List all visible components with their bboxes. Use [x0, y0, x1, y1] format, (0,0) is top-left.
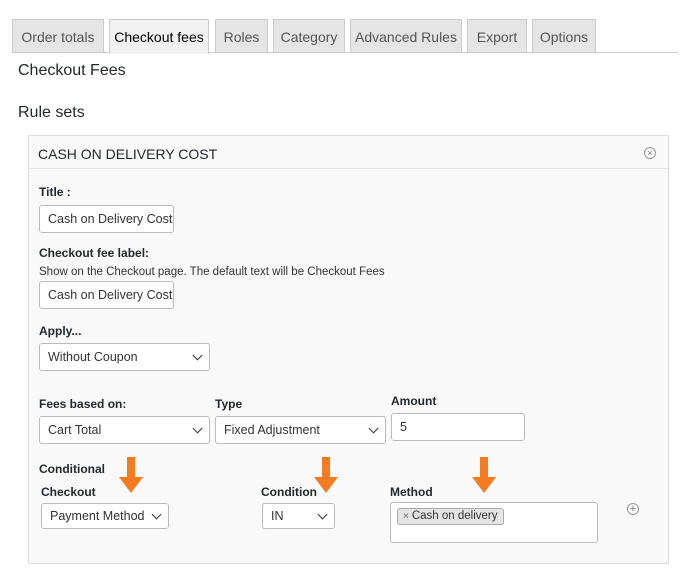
settings-tabs: Order totals Checkout fees Roles Categor… [12, 19, 678, 54]
page-title: Checkout Fees [18, 62, 126, 79]
type-select-value: Fixed Adjustment [224, 423, 320, 437]
amount-input[interactable]: 5 [391, 413, 525, 441]
chevron-down-icon [192, 350, 203, 361]
tab-roles[interactable]: Roles [215, 19, 268, 53]
fee-label-description: Show on the Checkout page. The default t… [39, 266, 385, 278]
fee-label-input[interactable]: Cash on Delivery Cost [39, 281, 174, 309]
checkout-select-value: Payment Method [50, 509, 145, 523]
arrow-down-icon [314, 457, 338, 493]
condition-select[interactable]: IN [262, 503, 335, 529]
arrow-shape [119, 457, 143, 493]
type-select[interactable]: Fixed Adjustment [215, 416, 386, 444]
title-label: Title : [39, 185, 71, 199]
add-condition-icon[interactable]: + [627, 503, 639, 515]
title-input[interactable]: Cash on Delivery Cost [39, 205, 174, 233]
rule-set-header[interactable]: CASH ON DELIVERY COST × [29, 136, 668, 169]
remove-rule-icon[interactable]: × [644, 147, 656, 159]
type-label: Type [215, 397, 243, 411]
fee-label-label: Checkout fee label: [39, 246, 150, 260]
chevron-down-icon [317, 509, 328, 520]
fees-based-select-value: Cart Total [48, 423, 102, 437]
chevron-down-icon [368, 423, 379, 434]
chevron-down-icon [192, 423, 203, 434]
tab-export[interactable]: Export [467, 19, 527, 53]
apply-label: Apply... [39, 324, 82, 338]
amount-label: Amount [391, 394, 437, 408]
apply-select[interactable]: Without Coupon [39, 343, 210, 371]
conditional-label: Conditional [39, 462, 105, 476]
method-tag-label: Cash on delivery [411, 510, 498, 522]
tab-checkout-fees[interactable]: Checkout fees [109, 19, 209, 54]
method-multiselect[interactable]: × Cash on delivery [390, 502, 598, 543]
tab-advanced-rules[interactable]: Advanced Rules [350, 19, 462, 53]
tab-options[interactable]: Options [532, 19, 596, 53]
rule-set-title: CASH ON DELIVERY COST [38, 146, 218, 162]
tag-remove-icon[interactable]: × [403, 511, 409, 522]
method-label: Method [390, 485, 433, 499]
fees-based-label: Fees based on: [39, 397, 127, 411]
fees-based-select[interactable]: Cart Total [39, 416, 210, 444]
apply-select-value: Without Coupon [48, 350, 138, 364]
tab-category[interactable]: Category [273, 19, 345, 53]
rule-set-panel: CASH ON DELIVERY COST × Title : Cash on … [28, 135, 669, 564]
checkout-label: Checkout [41, 485, 96, 499]
condition-select-value: IN [271, 509, 284, 523]
checkout-select[interactable]: Payment Method [41, 503, 169, 529]
chevron-down-icon [151, 509, 162, 520]
method-tag[interactable]: × Cash on delivery [397, 508, 504, 525]
arrow-shape [472, 457, 496, 493]
condition-label: Condition [261, 485, 317, 499]
rule-sets-heading: Rule sets [18, 104, 85, 121]
tab-order-totals[interactable]: Order totals [12, 19, 104, 53]
arrow-down-icon [472, 457, 496, 493]
arrow-down-icon [119, 457, 143, 493]
arrow-shape [314, 457, 338, 493]
